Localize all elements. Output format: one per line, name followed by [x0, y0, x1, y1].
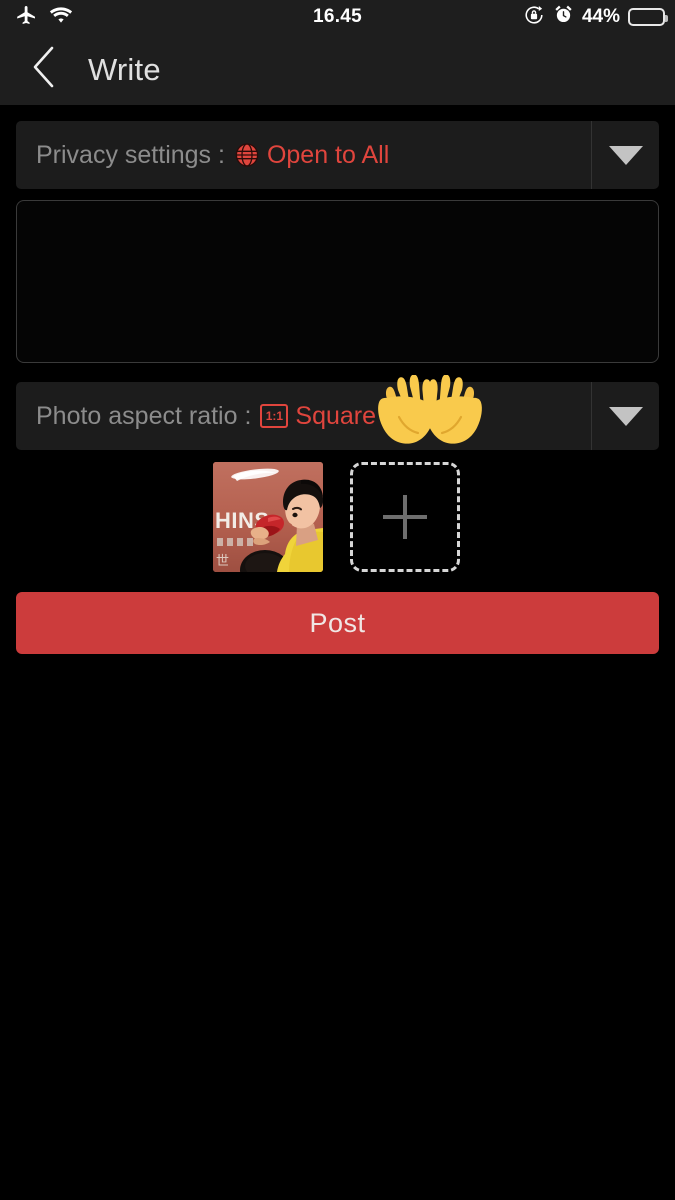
battery-icon	[628, 8, 668, 26]
privacy-settings-label: Privacy settings :	[36, 140, 225, 169]
back-chevron-icon	[27, 43, 61, 96]
one-to-one-ratio-icon: 1:1	[260, 404, 289, 428]
attached-photo-thumbnail[interactable]: HINS 世	[213, 462, 323, 572]
photo-aspect-ratio-value-text: Square	[295, 401, 377, 430]
app-screen: 16.45 44% Write Privacy settings: Open …	[0, 0, 675, 1200]
globe-icon	[234, 142, 260, 168]
privacy-settings-value-text: Open to All	[266, 140, 390, 169]
photo-aspect-ratio-dropdown-button[interactable]	[591, 382, 659, 450]
post-button[interactable]: Post	[16, 592, 659, 654]
post-text-input[interactable]	[17, 201, 658, 362]
status-bar: 16.45 44%	[0, 0, 675, 34]
photo-aspect-ratio-row[interactable]: Photo aspect ratio : 1:1 Square	[16, 382, 659, 450]
privacy-settings-dropdown-button[interactable]	[591, 121, 659, 189]
status-bar-right: 44%	[523, 4, 668, 31]
back-button[interactable]	[14, 40, 74, 100]
attachment-strip: HINS 世	[213, 462, 460, 572]
chevron-down-icon	[608, 406, 643, 426]
privacy-settings-row[interactable]: Privacy settings : Open to All	[16, 121, 659, 189]
alarm-clock-icon	[553, 4, 574, 30]
photo-aspect-ratio-value: 1:1 Square	[260, 402, 376, 431]
chevron-down-icon	[608, 145, 643, 165]
svg-text:世: 世	[216, 553, 229, 568]
post-text-area-container[interactable]	[16, 200, 659, 363]
rotation-lock-icon	[523, 4, 545, 31]
nav-bar: Write	[0, 34, 675, 105]
add-photo-button[interactable]	[350, 462, 460, 572]
plus-icon	[383, 495, 427, 539]
battery-percent-label: 44%	[581, 6, 620, 27]
page-title: Write	[88, 51, 161, 87]
privacy-settings-value: Open to All	[234, 141, 389, 170]
photo-aspect-ratio-label: Photo aspect ratio :	[36, 401, 252, 430]
